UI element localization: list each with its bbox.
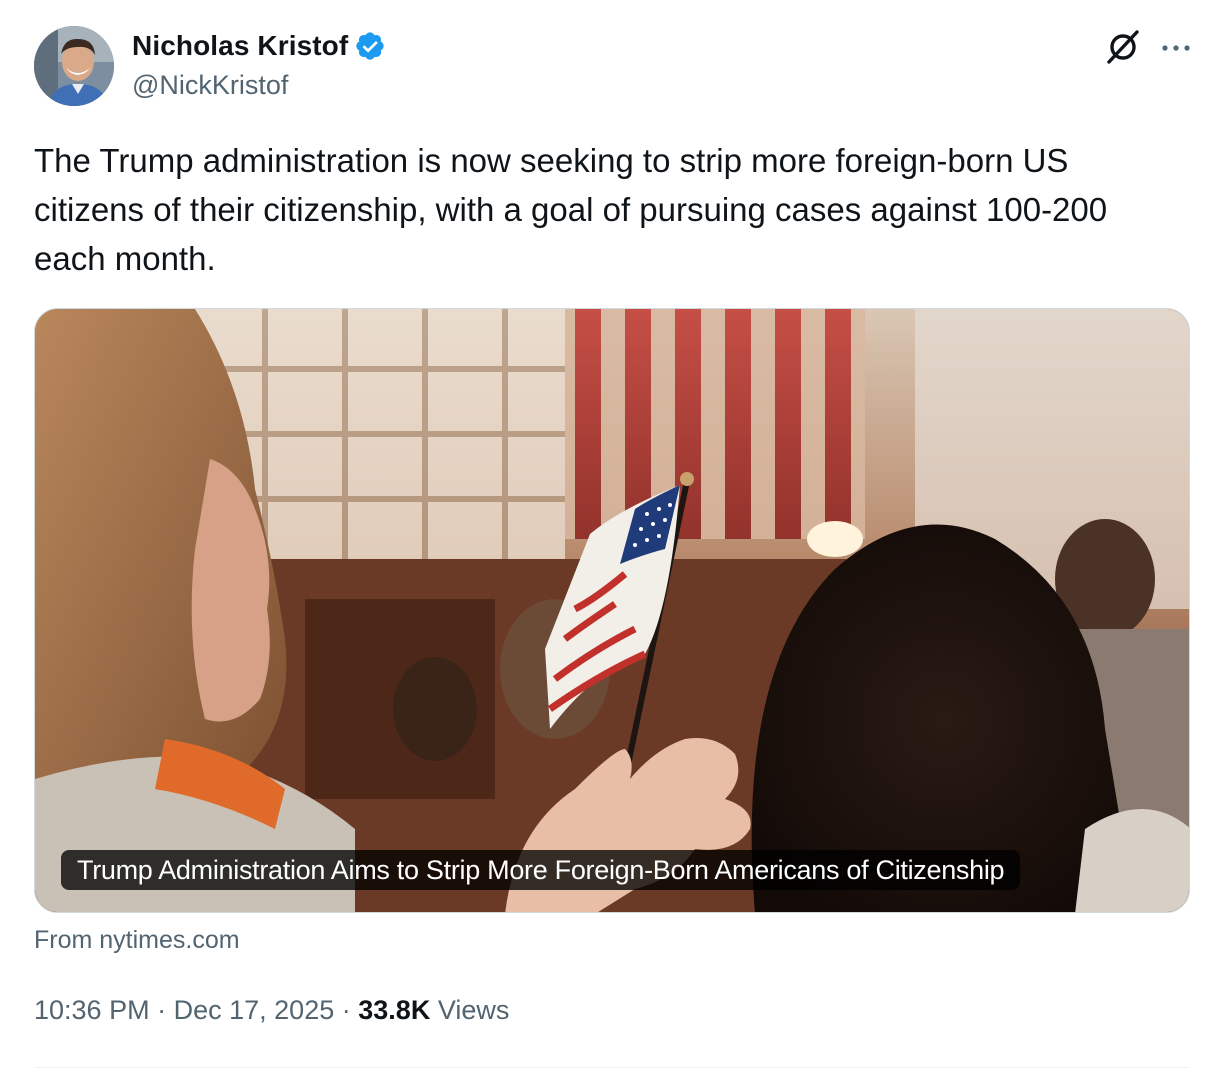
tweet-meta: 10:36 PM · Dec 17, 2025 · 33.8K Views (34, 995, 509, 1026)
views-count: 33.8K (358, 995, 431, 1025)
tweet-date[interactable]: Dec 17, 2025 (174, 995, 335, 1025)
tweet-text: The Trump administration is now seeking … (34, 142, 1108, 277)
tweet-time[interactable]: 10:36 PM (34, 995, 150, 1025)
author-handle[interactable]: @NickKristof (132, 70, 288, 101)
meta-separator: · (157, 995, 167, 1025)
meta-separator-2: · (341, 995, 351, 1025)
views-label: Views (437, 995, 510, 1025)
link-card[interactable]: Trump Administration Aims to Strip More … (34, 308, 1190, 913)
divider (34, 1067, 1190, 1068)
avatar[interactable] (34, 26, 114, 106)
card-headline[interactable]: Trump Administration Aims to Strip More … (61, 850, 1021, 890)
card-source[interactable]: From nytimes.com (34, 926, 240, 955)
grok-icon[interactable] (1104, 28, 1142, 66)
more-dots-icon[interactable] (1158, 30, 1194, 66)
display-name[interactable]: Nicholas Kristof (132, 30, 348, 62)
verified-badge-icon[interactable] (354, 30, 386, 62)
tweet-header: Nicholas Kristof @NickKristof (34, 26, 1194, 108)
name-row: Nicholas Kristof (132, 29, 386, 63)
card-image[interactable] (35, 309, 1190, 913)
